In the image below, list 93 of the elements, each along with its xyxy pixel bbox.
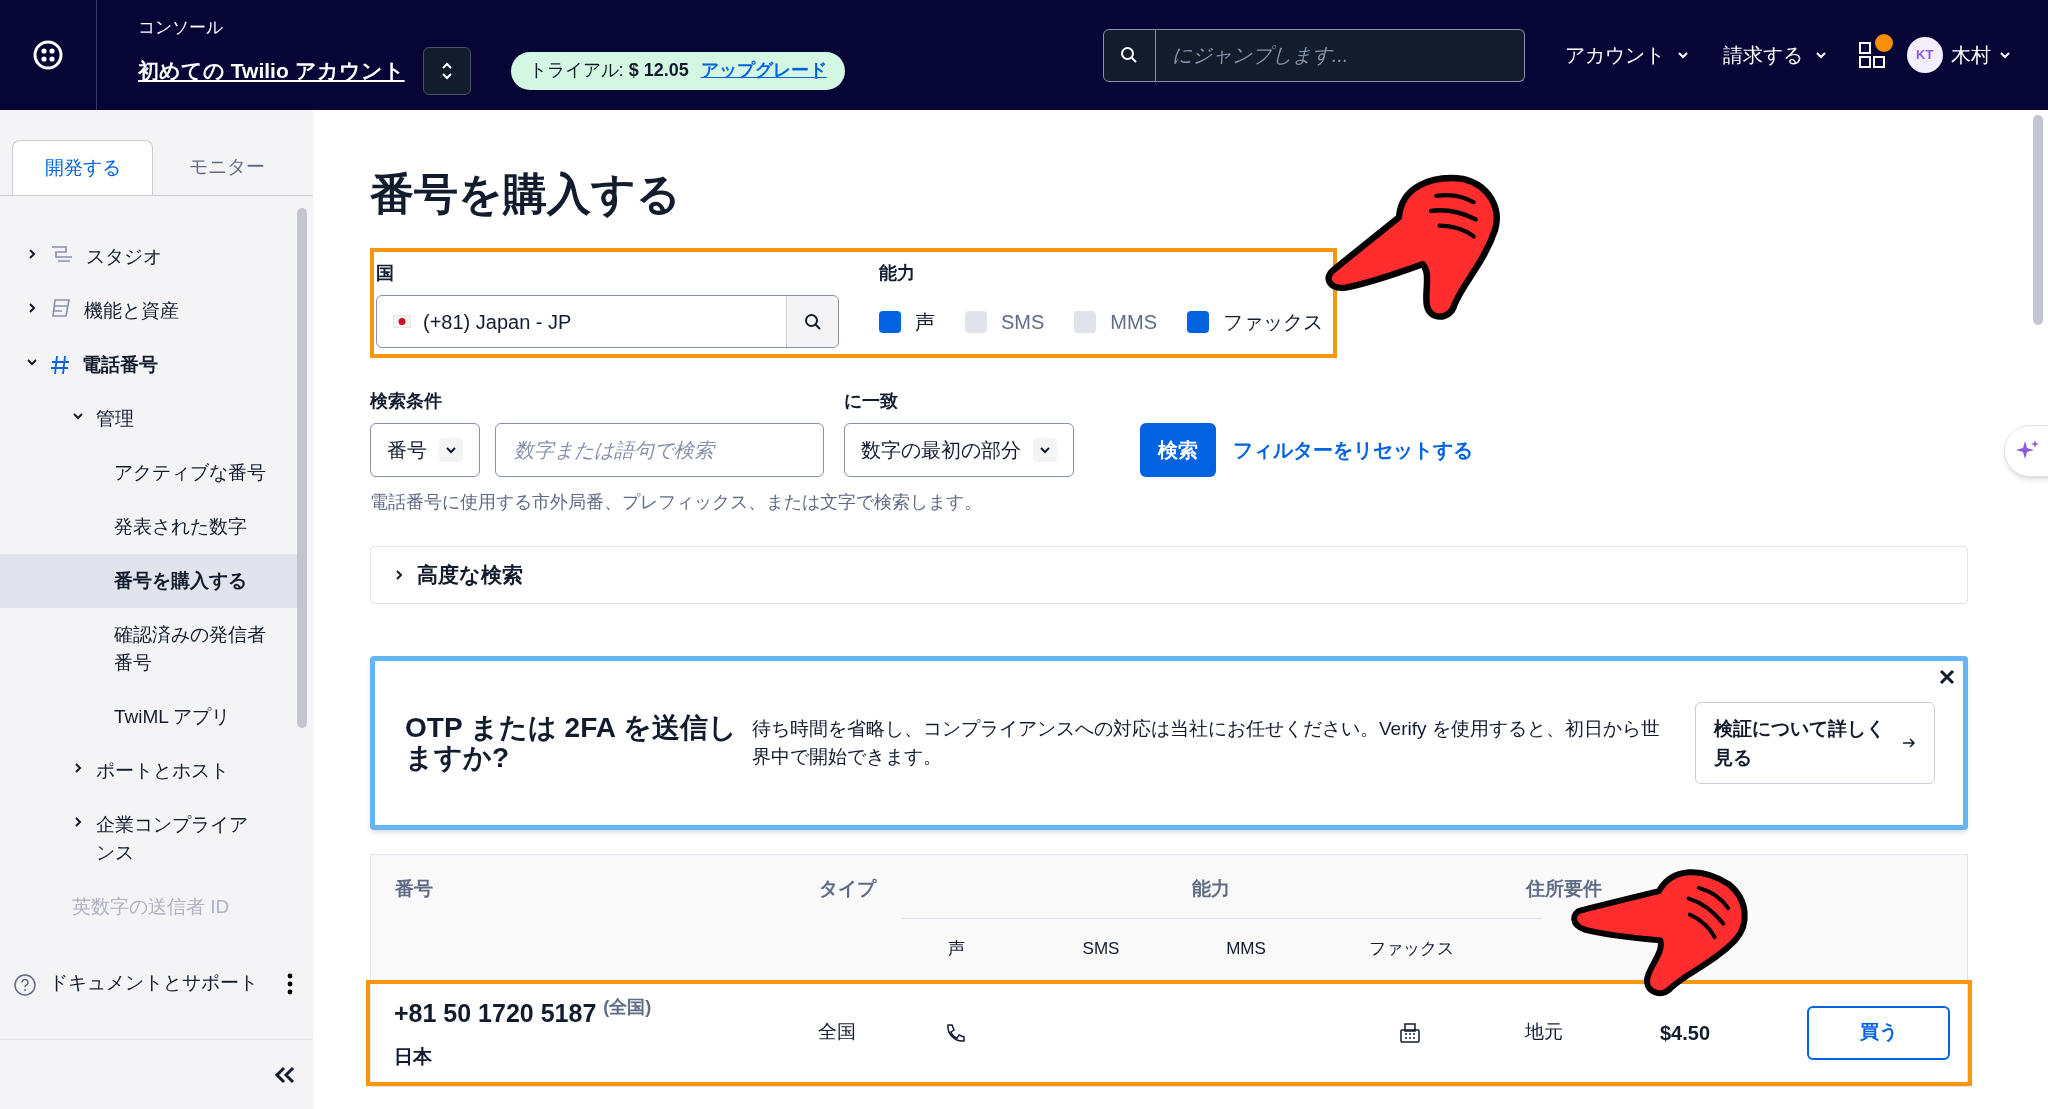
flag-icon bbox=[393, 315, 411, 328]
reset-filters-link[interactable]: フィルターをリセットする bbox=[1233, 423, 1473, 477]
chevron-down-icon bbox=[1998, 49, 2011, 61]
arrow-right-icon bbox=[1902, 737, 1916, 749]
checkbox[interactable] bbox=[1074, 310, 1097, 333]
sidebar-tab[interactable]: モニター bbox=[153, 140, 301, 195]
sidebar-item[interactable]: アクティブな番号 bbox=[0, 446, 297, 500]
advanced-search-accordion[interactable]: 高度な検索 bbox=[370, 546, 1968, 604]
column-header: 番号 bbox=[394, 877, 434, 901]
chevron-icon bbox=[72, 762, 84, 774]
column-header: ファックス bbox=[1367, 938, 1455, 961]
close-icon[interactable] bbox=[1939, 669, 1955, 685]
collapse-icon[interactable] bbox=[273, 1064, 297, 1085]
nav-menu[interactable]: アカウント bbox=[1564, 40, 1689, 70]
console-label: コンソール bbox=[138, 17, 224, 40]
column-header: 住所要件 bbox=[1524, 877, 1603, 901]
hash-icon bbox=[50, 354, 70, 376]
promo-text: 待ち時間を省略し、コンプライアンスへの対応は当社にお任せください。Verify を使用すると、初日から世界中で開始できます。 bbox=[752, 717, 1661, 769]
sidebar-item[interactable]: 管理 bbox=[0, 392, 297, 446]
search-by-select[interactable]: 番号 bbox=[370, 423, 480, 477]
account-switcher-button[interactable] bbox=[422, 46, 471, 95]
more-icon[interactable] bbox=[287, 973, 293, 995]
trial-label: トライアル: $ 12.05 bbox=[528, 59, 689, 83]
sidebar-tab[interactable]: 開発する bbox=[12, 140, 153, 195]
checkbox-label: ファックス bbox=[1223, 309, 1323, 335]
learn-more-button[interactable]: 検証について詳しく見る bbox=[1695, 702, 1935, 784]
checkbox[interactable] bbox=[879, 310, 901, 333]
search-button[interactable] bbox=[1102, 28, 1156, 82]
phone-number: +81 50 1720 5187 $^{(全国)}$ bbox=[394, 995, 653, 1030]
apps-icon[interactable] bbox=[1858, 42, 1885, 68]
page-title: 番号を購入する bbox=[370, 172, 682, 216]
column-header: 能力 bbox=[1192, 877, 1230, 901]
chevron-down-icon bbox=[1039, 444, 1051, 456]
checkbox-label: SMS bbox=[1001, 309, 1045, 335]
sidebar-item[interactable]: 機能と資産 bbox=[0, 284, 297, 338]
scrollbar[interactable] bbox=[297, 208, 307, 728]
account-name-link[interactable]: 初めての Twilio アカウント bbox=[138, 55, 405, 87]
checkbox-label: 声 bbox=[915, 309, 935, 335]
table-cell-text: 地元 bbox=[1524, 1020, 1564, 1045]
user-avatar[interactable]: KT bbox=[1906, 37, 1943, 73]
checkbox[interactable] bbox=[1187, 310, 1209, 333]
sidebar-item[interactable]: 電話番号 bbox=[0, 338, 297, 392]
chevron-icon bbox=[393, 569, 405, 581]
promo-title: OTP または 2FA を送信しますか? bbox=[405, 713, 738, 773]
sidebar-item[interactable]: 番号を購入する bbox=[0, 554, 297, 608]
chevron-icon bbox=[26, 356, 38, 368]
field-label: 検索条件 bbox=[370, 390, 443, 413]
upgrade-link[interactable]: アップグレード bbox=[700, 57, 827, 85]
search-icon bbox=[1120, 46, 1139, 64]
column-header: タイプ bbox=[819, 877, 878, 901]
chevron-icon bbox=[72, 816, 84, 828]
sidebar-item[interactable]: 企業コンプライアンス bbox=[0, 798, 297, 880]
search-field[interactable]: 数字または語句で検索 bbox=[495, 423, 824, 477]
chevron-icon bbox=[26, 302, 38, 314]
buy-button[interactable]: 買う bbox=[1807, 1005, 1950, 1060]
sidebar-item[interactable]: ポートとホスト bbox=[0, 744, 297, 798]
chevron-icon bbox=[72, 410, 84, 422]
user-menu[interactable]: 木村 bbox=[1950, 40, 2011, 70]
field-label: 能力 bbox=[879, 262, 916, 285]
docs-support-item[interactable]: ドキュメントとサポート bbox=[49, 969, 275, 997]
sidebar-item[interactable]: スタジオ bbox=[0, 230, 297, 284]
search-icon bbox=[803, 312, 822, 331]
match-select[interactable]: 数字の最初の部分 bbox=[844, 423, 1074, 477]
chevron-down-icon bbox=[445, 444, 457, 456]
layers-icon bbox=[50, 297, 72, 319]
number-country: 日本 bbox=[394, 1044, 433, 1069]
sidebar-item[interactable]: 確認済みの発信者番号 bbox=[0, 608, 297, 690]
search-hint: 電話番号に使用する市外局番、プレフィックス、または文字で検索します。 bbox=[370, 491, 983, 514]
search-button[interactable]: 検索 bbox=[1140, 423, 1216, 477]
field-label: に一致 bbox=[844, 390, 899, 413]
flow-icon bbox=[50, 243, 74, 265]
help-icon bbox=[13, 973, 37, 997]
column-header: MMS bbox=[1225, 938, 1267, 961]
nav-menu[interactable]: 請求する bbox=[1722, 40, 1827, 70]
phone-icon bbox=[944, 1021, 966, 1044]
chevron-down-icon bbox=[1676, 49, 1689, 61]
table-cell-text: 全国 bbox=[818, 1020, 857, 1045]
scrollbar[interactable] bbox=[2033, 115, 2043, 325]
column-header: SMS bbox=[1081, 938, 1121, 961]
checkbox-label: MMS bbox=[1110, 309, 1157, 335]
field-label: 国 bbox=[376, 262, 395, 285]
column-header: 声 bbox=[946, 938, 966, 961]
country-field[interactable]: (+81) Japan - JP bbox=[376, 295, 839, 348]
chevron-icon bbox=[26, 248, 38, 260]
jump-search-field[interactable]: にジャンプします... bbox=[1155, 28, 1525, 82]
price: $4.50 bbox=[1660, 1020, 1712, 1046]
sidebar-item[interactable]: 発表された数字 bbox=[0, 500, 297, 554]
fax-icon bbox=[1399, 1021, 1421, 1044]
up-down-icon bbox=[440, 61, 453, 80]
chevron-down-icon bbox=[1814, 49, 1827, 61]
checkbox[interactable] bbox=[965, 310, 987, 333]
logo-icon bbox=[32, 39, 64, 71]
sidebar-item[interactable]: TwiML アプリ bbox=[0, 690, 297, 744]
